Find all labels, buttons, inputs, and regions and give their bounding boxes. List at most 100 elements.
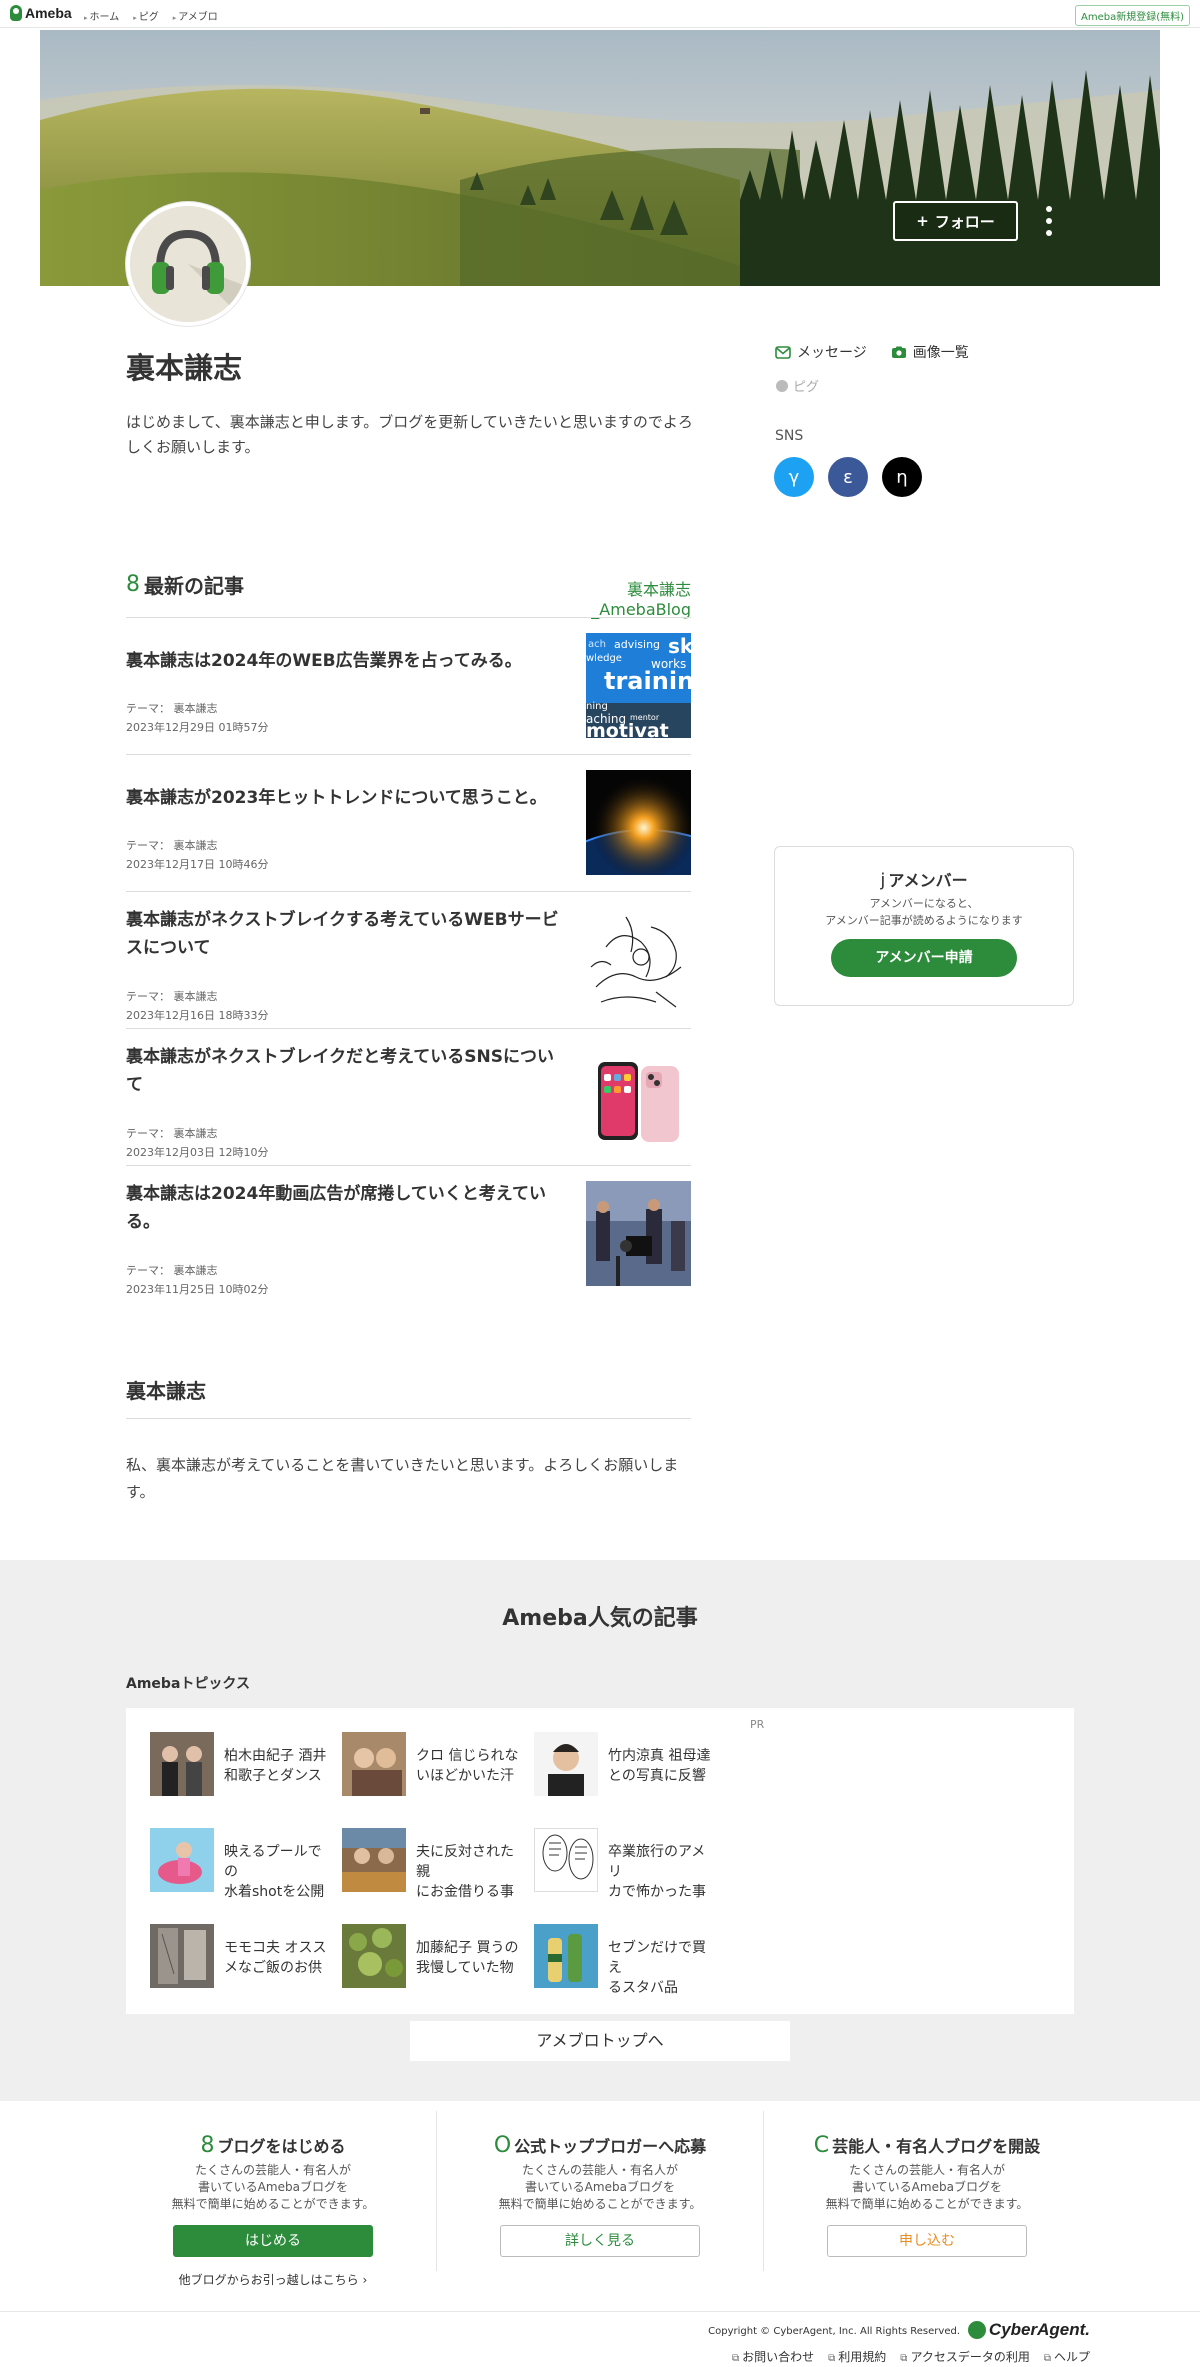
ameblo-top-button[interactable]: アメブロトップへ	[410, 2021, 790, 2061]
about-heading: 裏本謙志	[126, 1379, 206, 1403]
more-options-icon[interactable]	[1044, 206, 1054, 236]
contact-link[interactable]: お問い合わせ	[732, 2348, 814, 2365]
see-details-button[interactable]: 詳しく見る	[500, 2225, 700, 2257]
follow-button[interactable]: + フォロー	[893, 201, 1018, 241]
topic-item[interactable]: 柏木由紀子 酒井 和歌子とダンス	[150, 1732, 340, 1796]
topic-text[interactable]: クロ 信じられな いほどかいた汗	[416, 1746, 526, 1786]
facebook-icon[interactable]: ε	[828, 457, 868, 497]
topics-label: Amebaトピックス	[126, 1676, 250, 1692]
article-item[interactable]: 裏本謙志は2024年のWEB広告業界を占ってみる。 テーマ： 裏本謙志 2023…	[126, 618, 691, 755]
article-thumbnail[interactable]	[586, 770, 691, 875]
avatar[interactable]	[126, 202, 250, 326]
topic-text[interactable]: 卒業旅行のアメリ カで怖かった事	[608, 1842, 718, 1902]
topic-text[interactable]: モモコ夫 オスス メなご飯のお供	[224, 1938, 334, 1978]
pigg-link[interactable]: ピグ	[776, 376, 819, 395]
article-theme[interactable]: テーマ： 裏本謙志	[126, 1262, 218, 1278]
celebrity-icon: C	[813, 2133, 830, 2158]
article-thumbnail[interactable]	[586, 907, 691, 1012]
article-item[interactable]: 裏本謙志は2024年動画広告が席捲していくと考えている。 テーマ： 裏本謙志 2…	[126, 1166, 691, 1303]
svg-text:sk: sk	[668, 634, 691, 658]
topic-item[interactable]: 夫に反対された親 にお金借りる事	[342, 1828, 532, 1900]
article-list: 裏本謙志は2024年のWEB広告業界を占ってみる。 テーマ： 裏本謙志 2023…	[126, 618, 691, 1303]
topic-item[interactable]: 卒業旅行のアメリ カで怖かった事	[534, 1828, 724, 1900]
chevron-right-icon: ›	[358, 2273, 368, 2287]
topic-thumbnail[interactable]	[534, 1828, 598, 1892]
article-title[interactable]: 裏本謙志は2024年のWEB広告業界を占ってみる。	[126, 647, 566, 675]
article-title[interactable]: 裏本謙志がネクストブレイクだと考えているSNSについて	[126, 1043, 566, 1099]
headphones-avatar-image	[130, 206, 246, 322]
topic-item[interactable]: クロ 信じられな いほどかいた汗	[342, 1732, 532, 1796]
topic-thumbnail[interactable]	[150, 1828, 214, 1892]
nav-home[interactable]: ホーム	[84, 8, 120, 23]
topic-text[interactable]: 加藤紀子 買うの 我慢していた物	[416, 1938, 526, 1978]
article-title[interactable]: 裏本謙志がネクストブレイクする考えているWEBサービスについて	[126, 906, 566, 962]
tiktok-icon[interactable]: η	[882, 457, 922, 497]
amember-heading: j アメンバー	[775, 867, 1073, 891]
about-text: 私、裏本謙志が考えていることを書いていきたいと思います。よろしくお願いします。	[126, 1456, 679, 1501]
article-date: 2023年12月29日 01時57分	[126, 721, 269, 734]
signup-link[interactable]: Ameba新規登録(無料)	[1074, 5, 1190, 26]
topic-text[interactable]: 竹内涼真 祖母達 との写真に反響	[608, 1746, 718, 1786]
svg-text:advising: advising	[614, 638, 660, 651]
image-list-label: 画像一覧	[912, 345, 969, 361]
topic-item[interactable]: モモコ夫 オスス メなご飯のお供	[150, 1924, 340, 1988]
message-label: メッセージ	[797, 345, 867, 361]
mail-icon	[775, 345, 791, 359]
topic-text[interactable]: 映えるプールでの 水着shotを公開	[224, 1842, 334, 1902]
topic-thumbnail[interactable]	[150, 1732, 214, 1796]
article-thumbnail[interactable]: ach advising sk wledge works trainin nin…	[586, 633, 691, 738]
help-link[interactable]: ヘルプ	[1044, 2348, 1090, 2365]
cyberagent-logo[interactable]: CyberAgent.	[967, 2320, 1090, 2340]
migrate-blog-link[interactable]: 他ブログからお引っ越しはこちら ›	[110, 2271, 436, 2288]
start-blog-block: 8 ブログをはじめる たくさんの芸能人・有名人が 書いているAmebaブログを 無料で…	[110, 2101, 436, 2311]
topic-text[interactable]: セブンだけで買え るスタバ品	[608, 1938, 718, 1998]
topic-thumbnail[interactable]	[150, 1924, 214, 1988]
message-link[interactable]: メッセージ	[775, 342, 867, 362]
topic-thumbnail[interactable]	[342, 1924, 406, 1988]
article-title[interactable]: 裏本謙志が2023年ヒットトレンドについて思うこと。	[126, 784, 566, 812]
svg-text:trainin: trainin	[604, 667, 691, 695]
image-list-link[interactable]: 画像一覧	[891, 342, 969, 362]
blog-top-link[interactable]: 裏本謙志_AmebaBlog	[531, 576, 691, 619]
topic-thumbnail[interactable]	[534, 1732, 598, 1796]
svg-text:wledge: wledge	[586, 653, 622, 664]
amember-desc-line1: アメンバーになると、	[869, 897, 979, 910]
amember-apply-button[interactable]: アメンバー申請	[831, 939, 1017, 977]
access-data-link[interactable]: アクセスデータの利用	[900, 2348, 1029, 2365]
celebrity-blog-description: たくさんの芸能人・有名人が 書いているAmebaブログを 無料で簡単に始めることがで…	[825, 2163, 1029, 2211]
topic-item[interactable]: 竹内涼真 祖母達 との写真に反響	[534, 1732, 724, 1796]
article-theme[interactable]: テーマ： 裏本謙志	[126, 988, 218, 1004]
article-theme[interactable]: テーマ： 裏本謙志	[126, 700, 218, 716]
topic-thumbnail[interactable]	[342, 1828, 406, 1892]
article-title[interactable]: 裏本謙志は2024年動画広告が席捲していくと考えている。	[126, 1180, 566, 1236]
article-item[interactable]: 裏本謙志が2023年ヒットトレンドについて思うこと。 テーマ： 裏本謙志 202…	[126, 755, 691, 892]
article-theme[interactable]: テーマ： 裏本謙志	[126, 837, 218, 853]
blog-icon: 8	[126, 572, 140, 597]
twitter-icon[interactable]: γ	[774, 457, 814, 497]
article-thumbnail[interactable]	[586, 1044, 691, 1149]
topic-thumbnail[interactable]	[534, 1924, 598, 1988]
article-item[interactable]: 裏本謙志がネクストブレイクだと考えているSNSについて テーマ： 裏本謙志 20…	[126, 1029, 691, 1166]
apply-button[interactable]: 申し込む	[827, 2225, 1027, 2257]
ameba-logo[interactable]: Ameba	[10, 5, 72, 21]
topic-item[interactable]: 映えるプールでの 水着shotを公開	[150, 1828, 340, 1900]
article-theme[interactable]: テーマ： 裏本謙志	[126, 1125, 218, 1141]
topic-thumbnail[interactable]	[342, 1732, 406, 1796]
topic-text[interactable]: 夫に反対された親 にお金借りる事	[416, 1842, 526, 1902]
start-blog-button[interactable]: はじめる	[173, 2225, 373, 2257]
topic-item[interactable]: セブンだけで買え るスタバ品	[534, 1924, 724, 1996]
amember-description: アメンバーになると、 アメンバー記事が読めるようになります	[775, 895, 1073, 929]
article-item[interactable]: 裏本謙志がネクストブレイクする考えているWEBサービスについて テーマ： 裏本謙…	[126, 892, 691, 1029]
footer-links: お問い合わせ 利用規約 アクセスデータの利用 ヘルプ	[732, 2348, 1090, 2365]
article-thumbnail[interactable]	[586, 1181, 691, 1286]
terms-link[interactable]: 利用規約	[828, 2348, 886, 2365]
topics-card: PR 柏木由紀子 酒井 和歌子とダンス クロ 信じられな いほどかいた汗 竹内涼真 …	[126, 1708, 1074, 2014]
topic-item[interactable]: 加藤紀子 買うの 我慢していた物	[342, 1924, 532, 1988]
topic-text[interactable]: 柏木由紀子 酒井 和歌子とダンス	[224, 1746, 334, 1786]
latest-articles-title: 最新の記事	[144, 574, 244, 598]
latest-articles-heading: 8 最新の記事	[126, 570, 244, 599]
global-header: Ameba ホーム ピグ アメブロ Ameba新規登録(無料)	[0, 0, 1200, 28]
nav-ameblo[interactable]: アメブロ	[173, 8, 218, 23]
profile-links: メッセージ 画像一覧	[775, 342, 969, 362]
nav-pigg[interactable]: ピグ	[133, 8, 159, 23]
